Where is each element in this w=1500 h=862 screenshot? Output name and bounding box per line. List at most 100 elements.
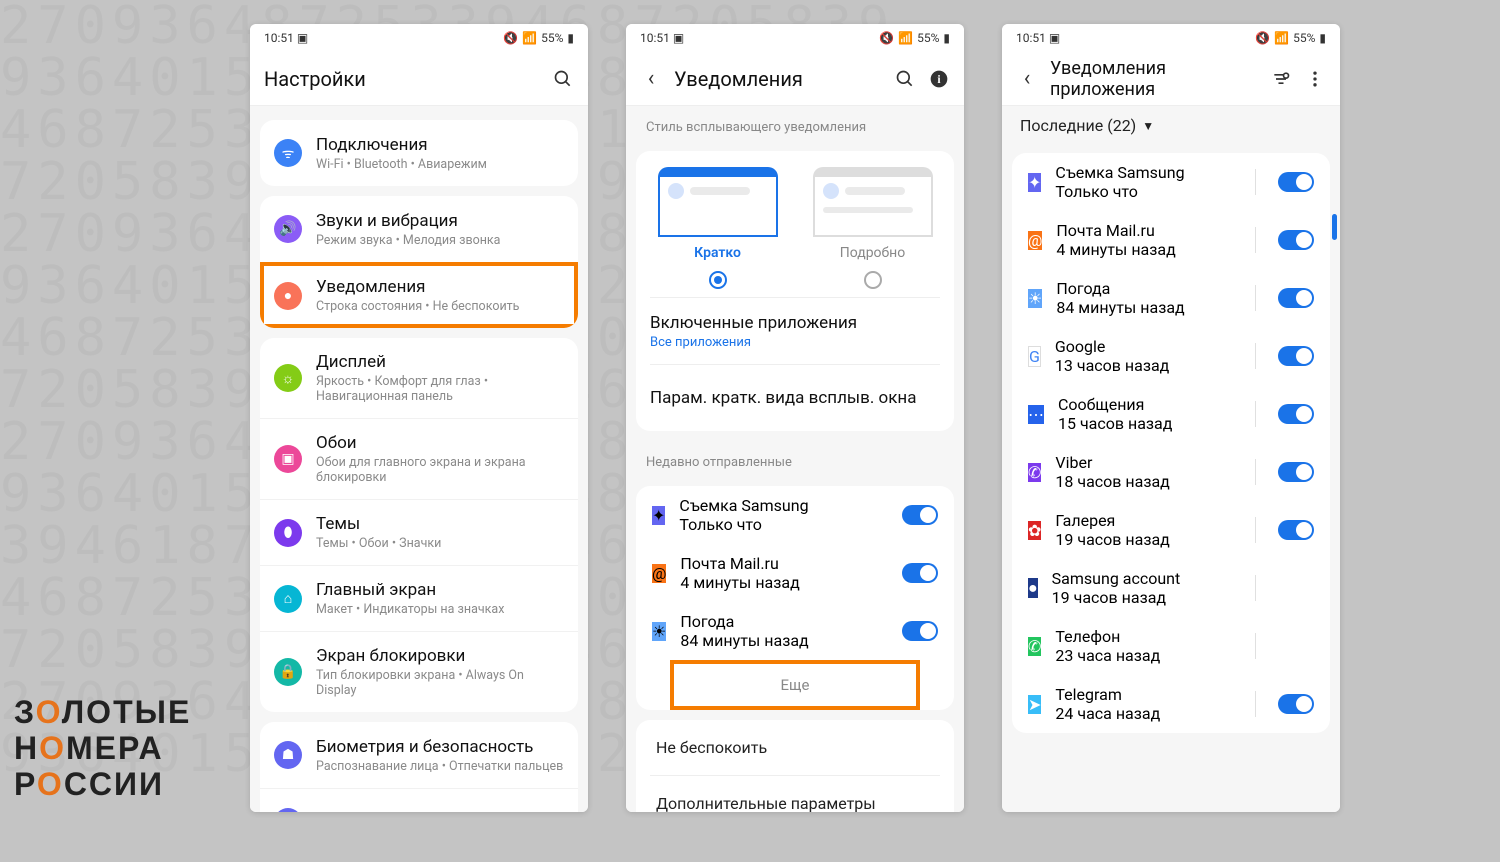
divider bbox=[1255, 691, 1256, 717]
info-icon[interactable]: i bbox=[928, 68, 950, 90]
radio-brief[interactable] bbox=[709, 271, 727, 289]
dnd-row[interactable]: Не беспокоить bbox=[636, 720, 954, 775]
app-name: Погода bbox=[680, 612, 888, 631]
settings-row-wifi[interactable]: ᯤ Подключения Wi-Fi • Bluetooth • Авиаре… bbox=[260, 120, 578, 186]
more-button[interactable]: Еще bbox=[672, 662, 918, 708]
toggle-switch[interactable] bbox=[1278, 288, 1314, 308]
app-name: Телефон bbox=[1055, 627, 1233, 646]
search-icon[interactable] bbox=[552, 68, 574, 90]
settings-row-home[interactable]: ⌂ Главный экран Макет • Индикаторы на зн… bbox=[260, 565, 578, 631]
app-icon: ➤ bbox=[1028, 695, 1041, 714]
app-time: 4 минуты назад bbox=[1056, 240, 1233, 259]
chevron-down-icon: ▼ bbox=[1142, 119, 1154, 133]
status-bar: 10:51 ▣ 🔇 📶 55% ▮ bbox=[626, 24, 964, 52]
mute-icon: 🔇 bbox=[503, 31, 518, 45]
search-icon[interactable] bbox=[894, 68, 916, 90]
app-row[interactable]: ✆ Viber 18 часов назад bbox=[1012, 443, 1330, 501]
row-subtitle: Темы • Обои • Значки bbox=[316, 536, 564, 551]
radio-detail[interactable] bbox=[864, 271, 882, 289]
signal-icon: 📶 bbox=[522, 31, 537, 45]
settings-row-display[interactable]: ☼ Дисплей Яркость • Комфорт для глаз • Н… bbox=[260, 338, 578, 418]
battery-icon: ▮ bbox=[1319, 31, 1326, 45]
app-icon: ✆ bbox=[1028, 463, 1041, 482]
battery-icon: ▮ bbox=[567, 31, 574, 45]
notif-icon: ● bbox=[274, 282, 302, 310]
settings-row-notif[interactable]: ● Уведомления Строка состояния • Не бесп… bbox=[260, 262, 578, 328]
app-row[interactable]: ☀ Погода 84 минуты назад bbox=[1012, 269, 1330, 327]
row-subtitle: Строка состояния • Не беспокоить bbox=[316, 299, 564, 314]
toggle-switch[interactable] bbox=[1278, 694, 1314, 714]
row-subtitle: Режим звука • Мелодия звонка bbox=[316, 233, 564, 248]
toggle-switch[interactable] bbox=[902, 505, 938, 525]
app-row[interactable]: @ Почта Mail.ru 4 минуты назад bbox=[1012, 211, 1330, 269]
settings-row-wall[interactable]: ▣ Обои Обои для главного экрана и экрана… bbox=[260, 418, 578, 499]
app-time: 4 минуты назад bbox=[680, 573, 888, 592]
row-subtitle: Тип блокировки экрана • Always On Displa… bbox=[316, 668, 564, 698]
toggle-switch[interactable] bbox=[1278, 230, 1314, 250]
app-name: Галерея bbox=[1055, 511, 1233, 530]
divider bbox=[1255, 343, 1256, 369]
app-name: Viber bbox=[1055, 453, 1233, 472]
app-row[interactable]: ⋯ Сообщения 15 часов назад bbox=[1012, 385, 1330, 443]
brief-params-row[interactable]: Парам. кратк. вида всплыв. окна bbox=[636, 365, 954, 431]
row-title: Экран блокировки bbox=[316, 646, 564, 666]
app-time: 15 часов назад bbox=[1058, 414, 1233, 433]
toggle-switch[interactable] bbox=[902, 563, 938, 583]
mute-icon: 🔇 bbox=[879, 31, 894, 45]
toggle-switch[interactable] bbox=[1278, 462, 1314, 482]
battery-icon: ▮ bbox=[943, 31, 950, 45]
app-icon: ☀ bbox=[1028, 289, 1042, 308]
recent-section-label: Недавно отправленные bbox=[626, 441, 964, 476]
toggle-switch[interactable] bbox=[902, 621, 938, 641]
style-brief[interactable]: Кратко bbox=[648, 167, 788, 293]
page-title: Уведомления bbox=[674, 67, 882, 91]
filter-dropdown[interactable]: Последние (22) ▼ bbox=[1002, 106, 1340, 149]
app-name: Почта Mail.ru bbox=[1056, 221, 1233, 240]
toggle-switch[interactable] bbox=[1278, 172, 1314, 192]
settings-row-sound[interactable]: 🔊 Звуки и вибрация Режим звука • Мелодия… bbox=[260, 196, 578, 262]
scrollbar-thumb[interactable] bbox=[1332, 214, 1337, 240]
wall-icon: ▣ bbox=[274, 445, 302, 473]
app-row[interactable]: ● Samsung account 19 часов назад bbox=[1012, 559, 1330, 617]
app-time: Только что bbox=[1055, 182, 1233, 201]
toggle-switch[interactable] bbox=[1278, 346, 1314, 366]
back-button[interactable]: ‹ bbox=[1016, 68, 1038, 90]
style-detail[interactable]: Подробно bbox=[803, 167, 943, 293]
toggle-switch[interactable] bbox=[1278, 520, 1314, 540]
divider bbox=[1255, 575, 1256, 601]
app-row[interactable]: ➤ Telegram 24 часа назад bbox=[1012, 675, 1330, 733]
header: ‹ Уведомления i bbox=[626, 52, 964, 106]
recent-app-row[interactable]: ✦ Съемка Samsung Только что bbox=[636, 486, 954, 544]
settings-row-bio[interactable]: ☗ Биометрия и безопасность Распознавание… bbox=[260, 722, 578, 788]
back-button[interactable]: ‹ bbox=[640, 68, 662, 90]
recent-app-row[interactable]: @ Почта Mail.ru 4 минуты назад bbox=[636, 544, 954, 602]
app-icon: ⋯ bbox=[1028, 405, 1044, 424]
app-name: Samsung account bbox=[1052, 569, 1233, 588]
settings-row-lock[interactable]: 🔒 Экран блокировки Тип блокировки экрана… bbox=[260, 631, 578, 712]
priv-icon: ◉ bbox=[274, 808, 302, 813]
more-icon[interactable] bbox=[1304, 68, 1326, 90]
divider bbox=[1255, 401, 1256, 427]
app-row[interactable]: ✦ Съемка Samsung Только что bbox=[1012, 153, 1330, 211]
style-section-label: Стиль всплывающего уведомления bbox=[626, 106, 964, 141]
settings-row-theme[interactable]: ⬮ Темы Темы • Обои • Значки bbox=[260, 499, 578, 565]
row-title: Дисплей bbox=[316, 352, 564, 372]
page-title: Уведомления приложения bbox=[1050, 58, 1258, 100]
row-title: Биометрия и безопасность bbox=[316, 737, 564, 757]
advanced-row[interactable]: Дополнительные параметры bbox=[636, 776, 954, 812]
app-time: 84 минуты назад bbox=[680, 631, 888, 650]
sort-icon[interactable] bbox=[1270, 68, 1292, 90]
settings-row-priv[interactable]: ◉ Конфиденциальность bbox=[260, 788, 578, 812]
home-icon: ⌂ bbox=[274, 585, 302, 613]
app-icon: ☀ bbox=[652, 622, 666, 641]
app-row[interactable]: G Google 13 часов назад bbox=[1012, 327, 1330, 385]
recent-app-row[interactable]: ☀ Погода 84 минуты назад bbox=[636, 602, 954, 660]
enabled-apps-row[interactable]: Включенные приложения Все приложения bbox=[636, 298, 954, 364]
wifi-icon: ᯤ bbox=[274, 139, 302, 167]
app-row[interactable]: ✆ Телефон 23 часа назад bbox=[1012, 617, 1330, 675]
app-row[interactable]: ✿ Галерея 19 часов назад bbox=[1012, 501, 1330, 559]
row-subtitle: Макет • Индикаторы на значках bbox=[316, 602, 564, 617]
toggle-switch[interactable] bbox=[1278, 404, 1314, 424]
row-title: Главный экран bbox=[316, 580, 564, 600]
divider bbox=[1255, 227, 1256, 253]
